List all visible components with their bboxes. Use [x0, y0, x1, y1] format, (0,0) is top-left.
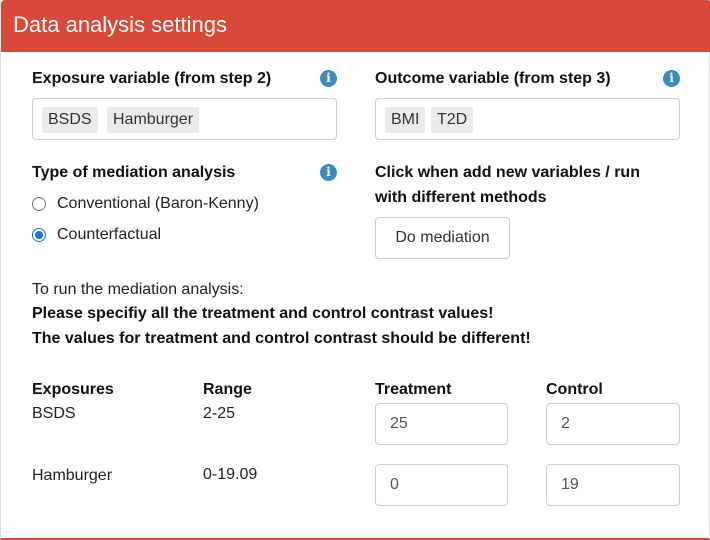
data-analysis-settings-panel: Data analysis settings Exposure variable…	[0, 0, 710, 540]
info-icon[interactable]: i	[320, 164, 337, 181]
row-exposure-bsds: BSDS	[32, 405, 76, 422]
info-icon[interactable]: i	[663, 70, 680, 87]
action-label-line1: Click when add new variables / run	[375, 164, 640, 181]
exposure-tag-bsds[interactable]: BSDS	[42, 107, 98, 133]
row-exposure-hamburger: Hamburger	[32, 467, 113, 484]
radio-button-counterfactual[interactable]	[32, 228, 46, 242]
radio-label-counterfactual[interactable]: Counterfactual	[57, 223, 161, 247]
treatment-input-hamburger[interactable]: 0	[375, 464, 508, 506]
instructions-warning-2: The values for treatment and control con…	[32, 330, 531, 347]
header-control: Control	[546, 381, 603, 398]
outcome-variable-label: Outcome variable (from step 3)	[375, 70, 611, 87]
exposure-variable-label: Exposure variable (from step 2)	[32, 70, 272, 87]
radio-button-conventional[interactable]	[32, 197, 46, 211]
instructions-warning-1: Please specifiy all the treatment and co…	[32, 305, 494, 322]
header-treatment: Treatment	[375, 381, 452, 398]
control-input-hamburger[interactable]: 19	[546, 464, 680, 506]
radio-label-conventional[interactable]: Conventional (Baron-Kenny)	[57, 192, 259, 216]
mediation-type-label: Type of mediation analysis	[32, 164, 236, 181]
exposure-variable-select[interactable]: BSDS Hamburger	[32, 98, 337, 140]
row-range-hamburger: 0-19.09	[203, 466, 258, 483]
row-range-bsds: 2-25	[203, 405, 236, 422]
action-label-line2: with different methods	[375, 189, 547, 206]
treatment-input-bsds[interactable]: 25	[375, 403, 508, 445]
outcome-tag-t2d[interactable]: T2D	[431, 107, 474, 133]
info-icon[interactable]: i	[320, 70, 337, 87]
outcome-tag-bmi[interactable]: BMI	[385, 107, 426, 133]
outcome-variable-select[interactable]: BMI T2D	[375, 98, 680, 140]
control-input-bsds[interactable]: 2	[546, 403, 680, 445]
panel-title: Data analysis settings	[13, 12, 227, 37]
radio-option-counterfactual[interactable]: Counterfactual	[32, 223, 161, 247]
panel-header: Data analysis settings	[1, 0, 710, 52]
header-exposures: Exposures	[32, 381, 114, 398]
do-mediation-button[interactable]: Do mediation	[375, 217, 510, 259]
header-range: Range	[203, 381, 252, 398]
radio-option-conventional[interactable]: Conventional (Baron-Kenny)	[32, 192, 259, 216]
exposure-tag-hamburger[interactable]: Hamburger	[107, 107, 200, 133]
instructions-intro: To run the mediation analysis:	[32, 281, 244, 298]
